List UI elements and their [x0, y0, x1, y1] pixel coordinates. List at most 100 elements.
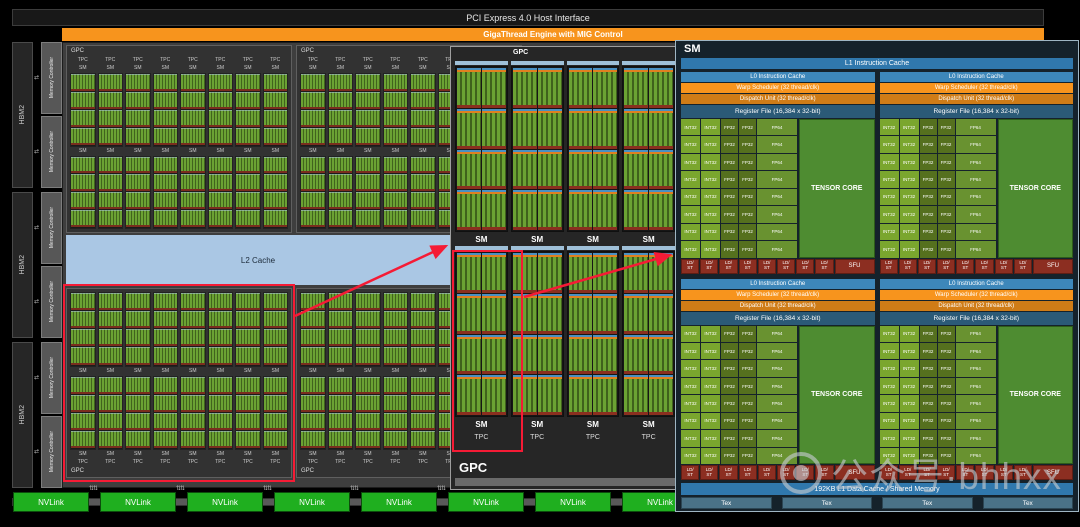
core-row: INT32INT32FP32FP32FP64	[681, 448, 797, 464]
int32-core: INT32	[900, 154, 919, 170]
fp32-core: FP32	[920, 430, 937, 446]
sm-segment	[126, 110, 150, 128]
sm-segment	[356, 329, 380, 347]
ldst-unit: LD/ST	[777, 259, 795, 274]
gpc-zoom-bottom-label: GPC	[459, 460, 487, 475]
sm-block	[125, 73, 151, 147]
nvlink-block: NVLink	[13, 492, 89, 512]
memory-controller-label: Memory Controller	[49, 431, 55, 472]
sm-segment	[181, 347, 205, 365]
ldst-unit: LD/ST	[1014, 259, 1032, 274]
memory-controller-label: Memory Controller	[49, 207, 55, 248]
ldst-line2: ST	[1001, 473, 1007, 478]
ldst-line2: ST	[1020, 473, 1026, 478]
int32-core: INT32	[701, 119, 720, 135]
memory-controller-label: Memory Controller	[49, 131, 55, 172]
zoom-sm-subblock	[457, 375, 481, 415]
zoom-sm-subblock	[457, 190, 481, 230]
sm-segment	[71, 395, 95, 413]
sm-label: SM	[355, 368, 381, 375]
sm-block	[70, 376, 96, 451]
sm-label: SM	[328, 65, 354, 72]
register-file-bar: Register File (16,384 x 32-bit)	[880, 105, 1074, 118]
tpc-grid: TPCSMSMTPCSMSMTPCSMSMTPCSMSMTPCSMSMTPCSM…	[70, 57, 288, 229]
tex-row: TexTexTexTex	[681, 497, 1073, 509]
sm-segment	[126, 431, 150, 449]
int32-core: INT32	[900, 430, 919, 446]
sm-partitions-grid: L0 Instruction CacheWarp Scheduler (32 t…	[681, 72, 1073, 480]
zoom-sm-subrow	[624, 109, 673, 149]
hbm-link-arrow-icon: ⇄	[32, 148, 41, 155]
sm-block	[125, 292, 151, 367]
sm-segment	[126, 377, 150, 395]
fp32-core: FP32	[920, 154, 937, 170]
sm-segment	[236, 174, 260, 192]
core-area: INT32INT32FP32FP32FP64INT32INT32FP32FP32…	[880, 119, 1074, 258]
zoom-sm-subblock	[457, 253, 481, 293]
fp64-core: FP64	[956, 430, 996, 446]
register-file-bar: Register File (16,384 x 32-bit)	[880, 312, 1074, 325]
sm-segment	[126, 174, 150, 192]
fp64-core: FP64	[956, 360, 996, 376]
sm-block	[235, 292, 261, 367]
core-row: INT32INT32FP32FP32FP64	[880, 119, 996, 135]
sm-segment	[209, 311, 233, 329]
sm-segment	[329, 377, 353, 395]
sm-segment	[126, 192, 150, 210]
zoom-sm-grid	[567, 251, 620, 417]
sm-segment	[384, 157, 408, 175]
tpc-label: TPC	[98, 57, 124, 64]
sm-cache-strip	[455, 246, 508, 250]
fp32-core: FP32	[920, 171, 937, 187]
sm-label: SM	[383, 451, 409, 458]
tpc-column: SMSMTPC	[180, 292, 206, 466]
ldst-line2: ST	[783, 266, 789, 271]
zoom-sm-subblock	[624, 294, 648, 334]
gpc-zoom-columns: SMSMTPCSMSMTPCSMSMTPCSMSMTPC	[455, 61, 675, 443]
ldst-row: LD/STLD/STLD/STLD/STLD/STLD/STLD/STLD/ST…	[880, 259, 1074, 274]
sm-segment	[126, 329, 150, 347]
core-row: INT32INT32FP32FP32FP64	[681, 189, 797, 205]
sm-segment	[236, 293, 260, 311]
zoom-sm-grid	[567, 66, 620, 232]
zoom-sm-subblock	[624, 150, 648, 190]
sm-label: SM	[355, 148, 381, 155]
fp32-core: FP32	[938, 154, 955, 170]
fp32-core: FP32	[721, 136, 738, 152]
fp64-core: FP64	[757, 378, 797, 394]
zoom-sm-subblock	[482, 375, 506, 415]
sm-segment	[411, 377, 435, 395]
tpc-label: TPC	[70, 57, 96, 64]
core-row: INT32INT32FP32FP32FP64	[880, 378, 996, 394]
zoom-sm-subrow	[624, 294, 673, 334]
nvlink-updown-arrows-icon: ⇅⇅	[176, 485, 184, 492]
fp32-core: FP32	[739, 224, 756, 240]
ldst-unit: LD/ST	[700, 259, 718, 274]
int32-core: INT32	[681, 395, 700, 411]
gpc-zoom-panel: GPC SMSMTPCSMSMTPCSMSMTPCSMSMTPC GPC	[450, 46, 680, 490]
tpc-label: TPC	[328, 57, 354, 64]
sm-block	[410, 292, 436, 367]
sm-zoom-panel: SM L1 Instruction Cache L0 Instruction C…	[675, 40, 1079, 512]
sm-block	[300, 73, 326, 147]
tpc-label: TPC	[235, 459, 261, 466]
sm-segment	[209, 431, 233, 449]
sm-segment	[99, 110, 123, 128]
sm-segment	[356, 74, 380, 92]
fp64-core: FP64	[956, 448, 996, 464]
ldst-unit: LD/ST	[681, 465, 699, 480]
tpc-column: SMSMTPC	[355, 292, 381, 466]
sm-segment	[384, 329, 408, 347]
sm-label: SM	[153, 65, 179, 72]
ldst-unit: LD/ST	[880, 465, 898, 480]
sm-segment	[154, 395, 178, 413]
zoom-sm-subblock	[538, 375, 562, 415]
tpc-column: SMSMTPC	[300, 292, 326, 466]
core-columns: INT32INT32FP32FP32FP64INT32INT32FP32FP32…	[681, 326, 797, 465]
zoom-sm-subrow	[457, 150, 506, 190]
core-row: INT32INT32FP32FP32FP64	[681, 154, 797, 170]
zoom-sm-subblock	[538, 190, 562, 230]
sm-segment	[181, 431, 205, 449]
sm-segment	[236, 311, 260, 329]
sm-segment	[154, 174, 178, 192]
